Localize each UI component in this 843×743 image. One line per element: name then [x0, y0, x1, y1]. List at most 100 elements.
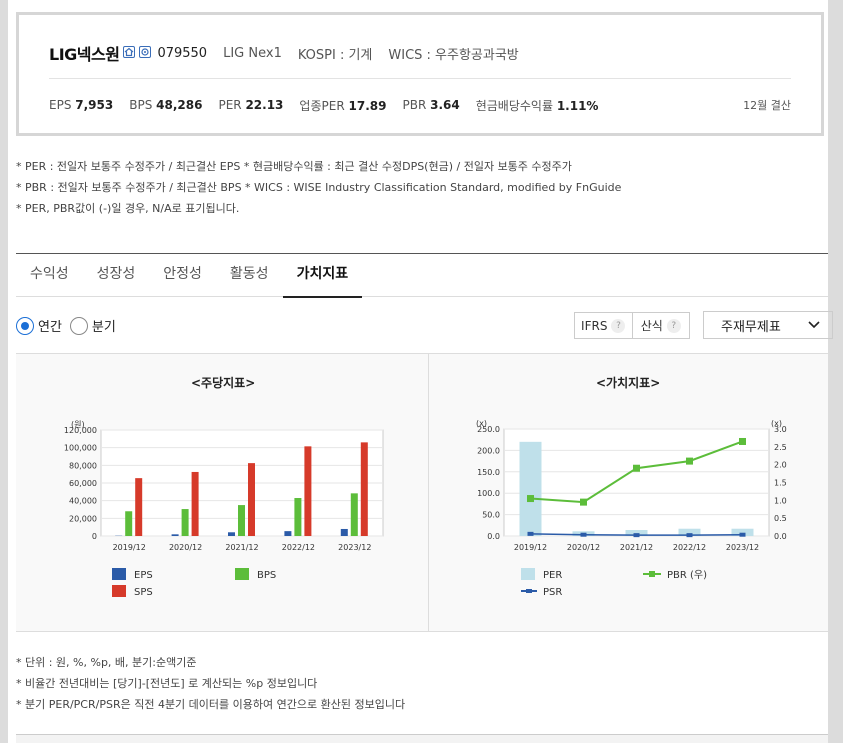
bar-bps — [350, 493, 358, 536]
y-left-tick-label: 100.0 — [477, 489, 500, 498]
company-name: LIG넥스원 — [49, 45, 120, 64]
definition-notes: * PER : 전일자 보통주 수정주가 / 최근결산 EPS * 현금배당수익… — [16, 156, 621, 219]
bar-bps — [181, 509, 189, 536]
bar-sps — [304, 446, 312, 536]
x-tick-label: 2021/12 — [620, 543, 653, 552]
y-left-tick-label: 200.0 — [477, 446, 500, 455]
y-right-tick-label: 0.5 — [774, 514, 787, 523]
legend-label-pbr: PBR (우) — [667, 569, 707, 581]
point-pbr — [686, 457, 693, 465]
bar-eps — [284, 531, 292, 536]
quarter-label[interactable]: 분기 — [92, 316, 116, 335]
legend-swatch-pbr — [649, 571, 655, 577]
bar-sps — [248, 463, 255, 536]
point-pbr — [739, 437, 746, 445]
statement-select[interactable]: 주재무제표 — [703, 311, 833, 339]
y-left-tick-label: 150.0 — [477, 468, 500, 477]
y-tick-label: 40,000 — [69, 497, 97, 506]
tab-value-indicators[interactable]: 가치지표 — [282, 254, 363, 298]
ir-icon[interactable] — [139, 46, 152, 58]
note-line: * PER, PBR값이 (-)일 경우, N/A로 표기됩니다. — [16, 202, 240, 215]
market-info: KOSPI : 기계 — [297, 47, 373, 63]
note-line: * PER : 전일자 보통주 수정주가 / 최근결산 EPS * 현금배당수익… — [16, 160, 572, 173]
bottom-table-edge — [16, 734, 828, 743]
company-header: LIG넥스원 079550 LIG Nex1 KOSPI : 기계 WICS :… — [49, 39, 791, 67]
help-icon[interactable]: ? — [611, 318, 626, 333]
legend-swatch-eps — [112, 568, 126, 580]
metric-pbr: PBR 3.64 — [402, 98, 460, 112]
home-icon[interactable] — [123, 46, 136, 58]
bar-per — [519, 441, 542, 536]
company-english-name: LIG Nex1 — [223, 45, 282, 61]
formula-button[interactable]: 산식? — [631, 313, 690, 338]
y-right-tick-label: 1.0 — [774, 496, 787, 505]
ifrs-calc-group: IFRS? 산식? — [574, 312, 690, 339]
tab-stability[interactable]: 안정성 — [149, 254, 216, 296]
legend-swatch-bps — [235, 568, 249, 580]
y-left-unit-label: (x) — [476, 419, 487, 428]
legend-swatch-sps — [112, 585, 126, 597]
annual-radio[interactable] — [16, 316, 34, 335]
metric-dividend-yield: 현금배당수익률 1.11% — [475, 98, 599, 113]
wics-info: WICS : 우주항공과국방 — [388, 47, 519, 63]
help-icon[interactable]: ? — [666, 318, 681, 333]
x-tick-label: 2022/12 — [282, 543, 315, 552]
y-right-tick-label: 1.5 — [774, 479, 787, 488]
bar-eps — [340, 528, 348, 536]
footnote-line: * 비율간 전년대비는 [당기]-[전년도] 로 계산되는 %p 정보입니다 — [16, 677, 318, 690]
y-right-tick-label: 0.0 — [774, 532, 787, 541]
statement-select-value: 주재무제표 — [721, 319, 781, 335]
bar-bps — [238, 505, 245, 536]
y-tick-label: 60,000 — [69, 479, 97, 488]
bar-bps — [125, 511, 133, 536]
point-pbr — [580, 498, 587, 506]
y-right-unit-label: (x) — [771, 419, 782, 428]
x-tick-label: 2020/12 — [169, 543, 202, 552]
bar-sps — [360, 442, 368, 536]
legend-swatch-psr — [526, 589, 532, 593]
note-line: * PBR : 전일자 보통주 수정주가 / 최근결산 BPS * WICS :… — [16, 181, 622, 194]
footnote-line: * 분기 PER/PCR/PSR은 직전 4분기 데이터를 이용하여 연간으로 … — [16, 698, 406, 711]
charts-panel: <주당지표> <가치지표> 0 20,000 40,000 60,000 80,000 1… — [16, 353, 828, 632]
legend-label-eps: EPS — [134, 570, 153, 581]
chevron-down-icon — [808, 321, 820, 329]
tab-profitability[interactable]: 수익성 — [16, 254, 83, 296]
x-tick-label: 2019/12 — [514, 543, 547, 552]
bar-sps — [135, 478, 143, 536]
point-pbr — [527, 495, 534, 503]
company-summary-card: LIG넥스원 079550 LIG Nex1 KOSPI : 기계 WICS :… — [16, 12, 824, 136]
y-tick-label: 20,000 — [69, 514, 97, 523]
period-toggle: 연간 분기 — [16, 316, 124, 335]
metric-per: PER 22.13 — [218, 98, 284, 112]
y-unit-label: (원) — [71, 420, 85, 429]
metric-bps: BPS 48,286 — [129, 98, 203, 112]
annual-label[interactable]: 연간 — [38, 316, 62, 335]
tab-activity[interactable]: 활동성 — [216, 254, 283, 296]
metric-eps: EPS 7,953 — [49, 98, 114, 112]
legend-label-psr: PSR — [543, 587, 562, 598]
quarter-radio[interactable] — [69, 316, 88, 335]
y-tick-label: 100,000 — [64, 444, 97, 453]
x-tick-label: 2020/12 — [567, 543, 600, 552]
metric-industry-per: 업종PER 17.89 — [299, 98, 387, 113]
footnote-line: * 단위 : 원, %, %p, 배, 분기:순액기준 — [16, 656, 197, 669]
settlement-month: 12월 결산 — [743, 99, 791, 112]
bar-eps — [228, 532, 235, 536]
point-pbr — [633, 464, 640, 472]
bar-sps — [191, 471, 199, 536]
bar-eps — [171, 534, 179, 536]
y-right-tick-label: 2.0 — [774, 461, 787, 470]
legend-swatch-per — [521, 568, 535, 580]
x-tick-label: 2023/12 — [726, 543, 759, 552]
point-psr — [527, 531, 534, 536]
y-left-tick-label: 50.0 — [482, 511, 500, 520]
page-sheet: LIG넥스원 079550 LIG Nex1 KOSPI : 기계 WICS :… — [8, 0, 833, 743]
tab-growth[interactable]: 성장성 — [83, 254, 150, 296]
ifrs-button[interactable]: IFRS? — [575, 313, 632, 338]
x-tick-label: 2022/12 — [673, 543, 706, 552]
indicator-tabs: 수익성 성장성 안정성 활동성 가치지표 — [16, 254, 828, 298]
plot-area — [503, 428, 770, 537]
point-psr — [580, 532, 587, 537]
x-tick-label: 2021/12 — [225, 543, 258, 552]
metrics-row: EPS 7,953 BPS 48,286 PER 22.13 업종PER 17.… — [49, 95, 791, 115]
